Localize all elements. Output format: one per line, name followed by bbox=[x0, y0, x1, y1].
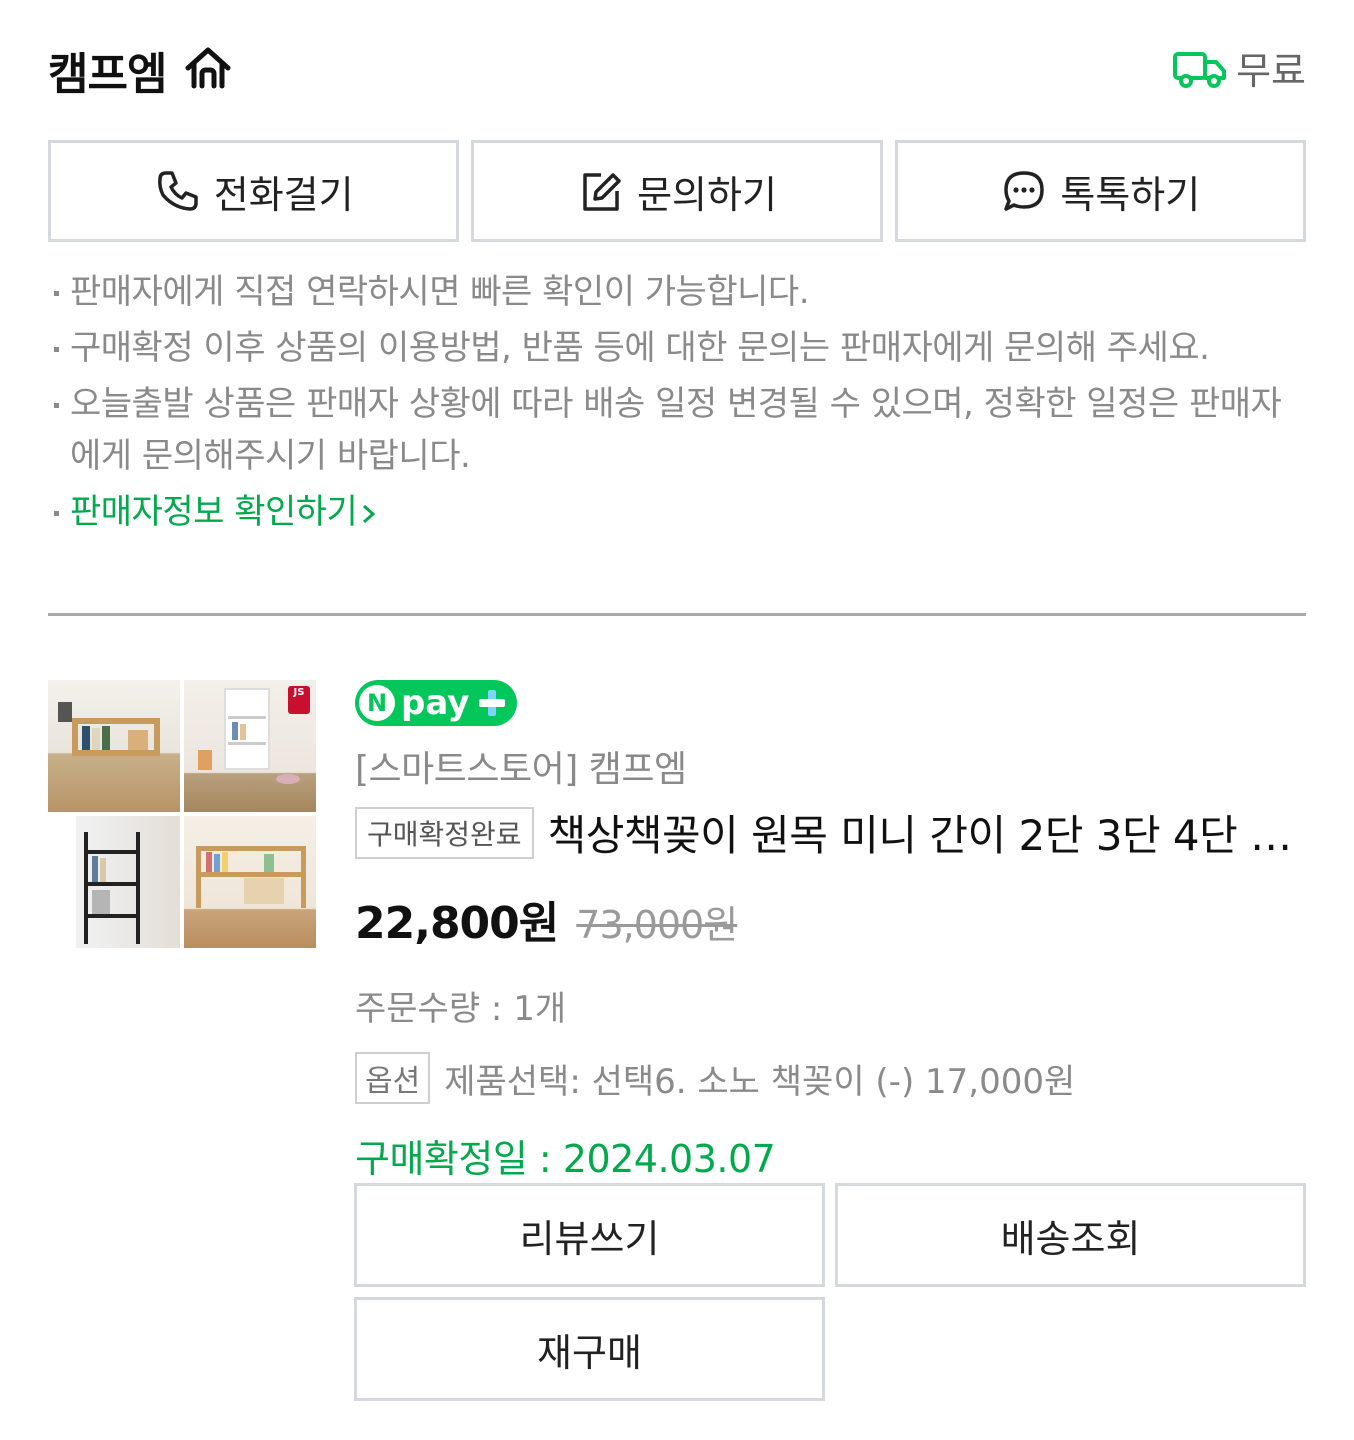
shipping-info: 무료 bbox=[1172, 40, 1306, 95]
product-thumbnail[interactable]: JS bbox=[48, 680, 316, 948]
note-item: 구매확정 이후 상품의 이용방법, 반품 등에 대한 문의는 판매자에게 문의해… bbox=[48, 322, 1306, 374]
truck-icon bbox=[1173, 51, 1227, 88]
write-review-label: 리뷰쓰기 bbox=[519, 1216, 660, 1261]
seller-info-label: 판매자정보 확인하기 bbox=[70, 492, 358, 532]
thumbnail-tile bbox=[184, 816, 316, 948]
contact-buttons: 전화걸기 문의하기 톡톡하기 bbox=[48, 140, 1306, 242]
call-label: 전화걸기 bbox=[213, 172, 354, 217]
option-text: 제품선택: 선택6. 소노 책꽂이 (-) 17,000원 bbox=[444, 1061, 1076, 1102]
edit-icon bbox=[583, 173, 621, 211]
note-item: 판매자에게 직접 연락하시면 빠른 확인이 가능합니다. bbox=[48, 266, 1306, 318]
thumbnail-tile: JS bbox=[184, 680, 316, 812]
chevron-right-icon bbox=[363, 504, 376, 523]
rebuy-button[interactable]: 재구매 bbox=[354, 1297, 825, 1401]
original-price: 73,000원 bbox=[576, 903, 738, 947]
plus-icon bbox=[479, 690, 506, 716]
option-row: 옵션 제품선택: 선택6. 소노 책꽂이 (-) 17,000원 bbox=[355, 1052, 1306, 1104]
inquiry-button[interactable]: 문의하기 bbox=[471, 140, 883, 242]
sale-price: 22,800원 bbox=[355, 898, 559, 949]
npay-label: pay bbox=[401, 683, 470, 723]
track-delivery-button[interactable]: 배송조회 bbox=[835, 1183, 1306, 1287]
phone-icon bbox=[157, 171, 198, 211]
title-row: 구매확정완료 책상책꽂이 원목 미니 간이 2단 3단 4단 책장 선반 bbox=[355, 802, 1306, 863]
option-badge: 옵션 bbox=[355, 1052, 431, 1104]
npay-plus-badge: N pay bbox=[355, 680, 518, 726]
chat-bubble-icon bbox=[1004, 171, 1045, 211]
price-row: 22,800원 73,000원 bbox=[355, 887, 1306, 951]
order-info: N pay [스마트스토어] 캠프엠 구매확정완료 책상책꽂이 원목 미니 간이… bbox=[355, 680, 1306, 1183]
js-badge: JS bbox=[288, 686, 310, 714]
write-review-button[interactable]: 리뷰쓰기 bbox=[354, 1183, 825, 1287]
seller-info-link[interactable]: 판매자정보 확인하기 bbox=[48, 486, 1306, 538]
status-badge: 구매확정완료 bbox=[355, 806, 534, 859]
inquiry-label: 문의하기 bbox=[637, 172, 777, 217]
store-header[interactable]: 캠프엠 bbox=[48, 38, 236, 102]
rebuy-label: 재구매 bbox=[537, 1330, 642, 1375]
section-divider bbox=[48, 613, 1306, 616]
shipping-label: 무료 bbox=[1236, 49, 1306, 93]
track-delivery-label: 배송조회 bbox=[1000, 1216, 1141, 1261]
thumbnail-tile bbox=[48, 816, 180, 948]
store-name[interactable]: 캠프엠 bbox=[48, 38, 167, 102]
call-button[interactable]: 전화걸기 bbox=[48, 140, 460, 242]
thumbnail-tile bbox=[48, 680, 180, 812]
npay-n-icon: N bbox=[359, 685, 395, 721]
order-quantity: 주문수량 : 1개 bbox=[355, 989, 567, 1029]
product-title[interactable]: 책상책꽂이 원목 미니 간이 2단 3단 4단 책장 선반 bbox=[548, 802, 1306, 863]
note-item: 오늘출발 상품은 판매자 상황에 따라 배송 일정 변경될 수 있으며, 정확한… bbox=[48, 378, 1306, 482]
talk-button[interactable]: 톡톡하기 bbox=[894, 140, 1306, 242]
seller-notes: 판매자에게 직접 연락하시면 빠른 확인이 가능합니다. 구매확정 이후 상품의… bbox=[48, 266, 1306, 542]
talk-label: 톡톡하기 bbox=[1060, 172, 1201, 217]
confirm-date: 구매확정일 : 2024.03.07 bbox=[355, 1137, 776, 1181]
home-icon[interactable] bbox=[180, 42, 236, 98]
store-line[interactable]: [스마트스토어] 캠프엠 bbox=[355, 740, 1306, 792]
